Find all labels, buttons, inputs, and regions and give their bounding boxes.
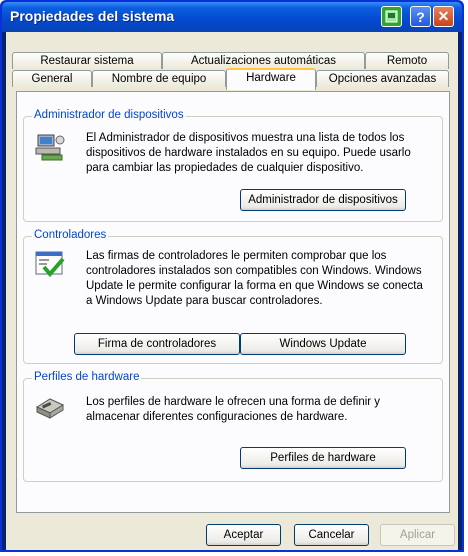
- hardware-profiles-button[interactable]: Perfiles de hardware: [240, 447, 406, 469]
- tab-actualizaciones-automaticas[interactable]: Actualizaciones automáticas: [162, 52, 365, 69]
- device-manager-group: Administrador de dispositivos El Adminis…: [23, 109, 443, 222]
- device-manager-icon: [35, 134, 65, 161]
- tab-general[interactable]: General: [12, 70, 92, 87]
- apply-button[interactable]: Aplicar: [380, 524, 455, 546]
- tab-panel-hardware: Administrador de dispositivos El Adminis…: [16, 91, 450, 513]
- tab-hardware[interactable]: Hardware: [226, 68, 316, 90]
- window-title: Propiedades del sistema: [10, 8, 175, 24]
- windows-update-button[interactable]: Windows Update: [240, 333, 406, 355]
- tab-nombre-de-equipo[interactable]: Nombre de equipo: [92, 70, 226, 87]
- tab-restaurar-sistema[interactable]: Restaurar sistema: [12, 52, 162, 69]
- drivers-group-title: Controladores: [32, 229, 109, 241]
- ok-button[interactable]: Aceptar: [206, 524, 281, 546]
- hardware-profiles-icon: [35, 398, 65, 419]
- driver-signing-button[interactable]: Firma de controladores: [74, 333, 240, 355]
- hardware-profiles-group-title: Perfiles de hardware: [32, 371, 142, 383]
- app-icon[interactable]: [381, 6, 402, 27]
- close-icon[interactable]: ✕: [433, 6, 454, 27]
- device-manager-group-title: Administrador de dispositivos: [32, 109, 186, 121]
- dialog-body: Restaurar sistema Actualizaciones automá…: [6, 32, 458, 550]
- drivers-group: Controladores Las firmas de controladore…: [23, 229, 443, 364]
- device-manager-button[interactable]: Administrador de dispositivos: [240, 189, 406, 211]
- drivers-description: Las firmas de controladores le permiten …: [86, 250, 423, 307]
- driver-checkmark-icon: [35, 251, 65, 278]
- tab-remoto[interactable]: Remoto: [365, 52, 449, 69]
- tab-opciones-avanzadas[interactable]: Opciones avanzadas: [316, 70, 449, 87]
- cancel-button[interactable]: Cancelar: [294, 524, 369, 546]
- device-manager-description: El Administrador de dispositivos muestra…: [86, 132, 411, 174]
- title-bar[interactable]: Propiedades del sistema ? ✕: [2, 2, 462, 32]
- hardware-profiles-group: Perfiles de hardware Los perfiles de har…: [23, 371, 443, 482]
- help-icon[interactable]: ?: [410, 6, 431, 27]
- hardware-profiles-description: Los perfiles de hardware le ofrecen una …: [86, 396, 381, 423]
- system-properties-window: Propiedades del sistema ? ✕ Restaurar si…: [0, 0, 464, 552]
